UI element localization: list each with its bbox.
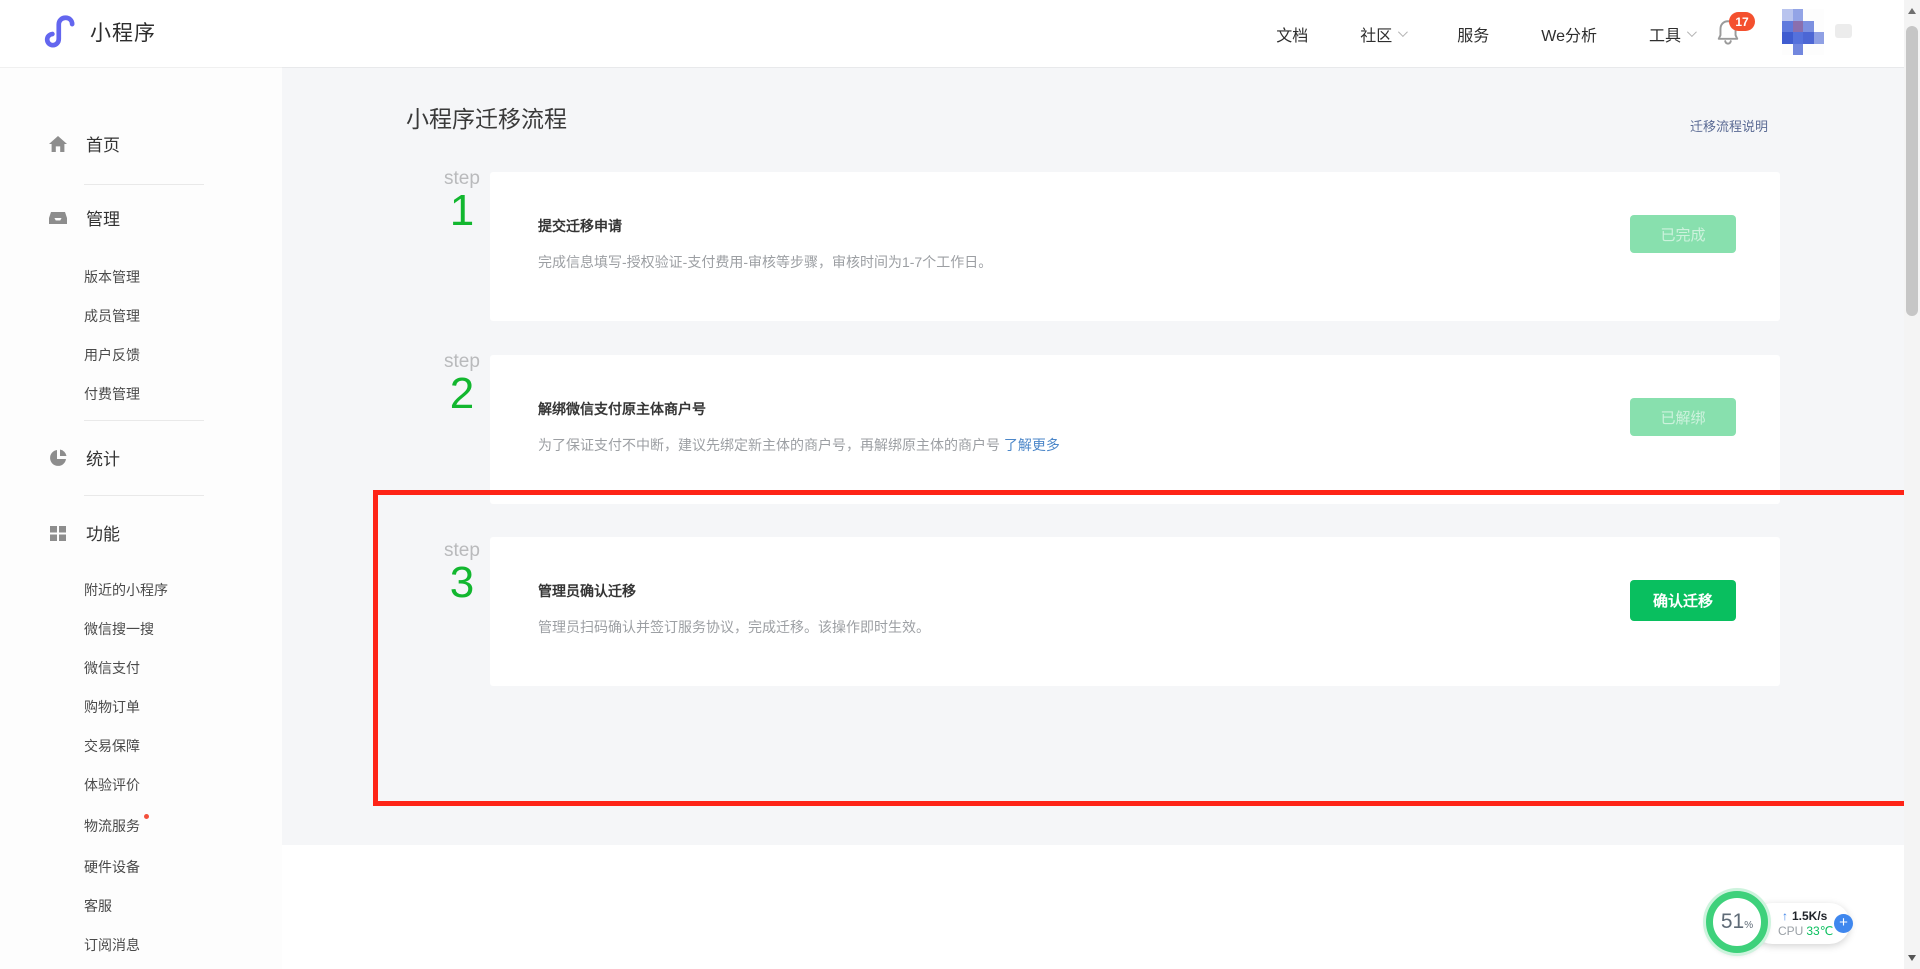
- monitor-plus-button[interactable]: +: [1834, 914, 1853, 933]
- step2-unbound-button[interactable]: 已解绑: [1630, 398, 1736, 436]
- sidebar-item-shopping-orders[interactable]: 购物订单: [84, 697, 140, 717]
- app-logo[interactable]: 小程序: [44, 15, 156, 49]
- sidebar-item-member-manage[interactable]: 成员管理: [84, 306, 140, 326]
- main-content: 小程序迁移流程 迁移流程说明 step 1 提交迁移申请 完成信息填写-授权验证…: [282, 67, 1904, 845]
- vertical-scrollbar[interactable]: [1904, 0, 1920, 969]
- step1-description: 完成信息填写-授权验证-支付费用-审核等步骤，审核时间为1-7个工作日。: [538, 252, 992, 272]
- header-nav: 文档 社区 服务 We分析 工具: [1276, 0, 1694, 67]
- step3-title: 管理员确认迁移: [538, 581, 636, 601]
- inbox-icon: [48, 208, 68, 228]
- step2-card: 解绑微信支付原主体商户号 为了保证支付不中断，建议先绑定新主体的商户号，再解绑原…: [490, 355, 1780, 504]
- net-speed-value: 1.5K/s: [1792, 909, 1827, 923]
- nav-docs[interactable]: 文档: [1276, 22, 1308, 46]
- cpu-percent-value: 51: [1721, 910, 1744, 934]
- sidebar-item-wechat-search[interactable]: 微信搜一搜: [84, 619, 154, 639]
- sidebar-item-version-manage[interactable]: 版本管理: [84, 267, 140, 287]
- logo-text: 小程序: [90, 17, 156, 47]
- sidebar-item-wechat-pay[interactable]: 微信支付: [84, 658, 140, 678]
- notifications-button[interactable]: 17: [1715, 18, 1749, 52]
- percent-sign: %: [1744, 920, 1753, 931]
- home-icon: [48, 134, 68, 154]
- nav-we-analysis[interactable]: We分析: [1541, 22, 1597, 46]
- step1-done-button[interactable]: 已完成: [1630, 215, 1736, 253]
- step1-card: 提交迁移申请 完成信息填写-授权验证-支付费用-审核等步骤，审核时间为1-7个工…: [490, 172, 1780, 321]
- account-menu-box[interactable]: [1835, 24, 1852, 38]
- nav-community[interactable]: 社区: [1360, 22, 1405, 46]
- nav-services[interactable]: 服务: [1457, 22, 1489, 46]
- upload-arrow-icon: ↑: [1782, 909, 1788, 923]
- cpu-temp-value: 33℃: [1806, 924, 1833, 938]
- sidebar-divider: [84, 184, 204, 185]
- net-speed-row: ↑ 1.5K/s: [1782, 909, 1827, 923]
- sidebar-item-customer-service[interactable]: 客服: [84, 896, 112, 916]
- cpu-label: CPU: [1778, 924, 1803, 938]
- cpu-usage-ring[interactable]: 51 %: [1706, 891, 1768, 953]
- chevron-down-icon: [1687, 27, 1697, 37]
- scroll-up-arrow-icon[interactable]: [1908, 8, 1916, 14]
- sidebar-item-paid-manage[interactable]: 付费管理: [84, 384, 140, 404]
- step2-title: 解绑微信支付原主体商户号: [538, 399, 706, 419]
- step3-card: 管理员确认迁移 管理员扫码确认并签订服务协议，完成迁移。该操作即时生效。 确认迁…: [490, 537, 1780, 686]
- chevron-down-icon: [1398, 27, 1408, 37]
- scrollbar-thumb[interactable]: [1906, 26, 1918, 316]
- sidebar-divider: [84, 420, 204, 421]
- top-header: 小程序 文档 社区 服务 We分析 工具 17: [0, 0, 1904, 67]
- sidebar-item-nearby-miniprograms[interactable]: 附近的小程序: [84, 580, 168, 600]
- sidebar-item-manage[interactable]: 管理: [48, 205, 120, 230]
- step1-number: 1: [432, 189, 492, 233]
- notification-count-badge: 17: [1729, 12, 1755, 31]
- account-avatar[interactable]: [1782, 9, 1824, 55]
- step2-description: 为了保证支付不中断，建议先绑定新主体的商户号，再解绑原主体的商户号 了解更多: [538, 435, 1060, 455]
- pie-chart-icon: [48, 448, 68, 468]
- sidebar-item-features[interactable]: 功能: [48, 520, 120, 545]
- sidebar-item-transaction-guarantee[interactable]: 交易保障: [84, 736, 140, 756]
- scroll-down-arrow-icon[interactable]: [1908, 955, 1916, 961]
- sidebar-item-statistics[interactable]: 统计: [48, 445, 120, 470]
- miniprogram-logo-icon: [44, 15, 78, 49]
- confirm-migration-button[interactable]: 确认迁移: [1630, 580, 1736, 621]
- grid-icon: [48, 523, 68, 543]
- migration-guide-link[interactable]: 迁移流程说明: [1690, 116, 1768, 135]
- sidebar-item-user-feedback[interactable]: 用户反馈: [84, 345, 140, 365]
- cpu-row: CPU33℃: [1778, 924, 1833, 938]
- learn-more-link[interactable]: 了解更多: [1004, 437, 1060, 453]
- page-title: 小程序迁移流程: [406, 100, 567, 134]
- step3-description: 管理员扫码确认并签订服务协议，完成迁移。该操作即时生效。: [538, 617, 930, 637]
- sidebar-item-logistics-service[interactable]: 物流服务: [84, 816, 149, 836]
- step2-number: 2: [432, 372, 492, 416]
- new-dot-badge: [144, 814, 149, 819]
- step1-title: 提交迁移申请: [538, 216, 622, 236]
- sidebar-item-hardware-devices[interactable]: 硬件设备: [84, 857, 140, 877]
- nav-tools[interactable]: 工具: [1649, 22, 1694, 46]
- sidebar-divider: [84, 495, 204, 496]
- sidebar: 首页 管理 版本管理 成员管理 用户反馈 付费管理 统计 功能 附近的小程序 微…: [0, 67, 282, 969]
- sidebar-item-subscribe-messages[interactable]: 订阅消息: [84, 935, 140, 955]
- sidebar-item-home[interactable]: 首页: [48, 131, 120, 156]
- step3-number: 3: [432, 561, 492, 605]
- sidebar-item-experience-rating[interactable]: 体验评价: [84, 775, 140, 795]
